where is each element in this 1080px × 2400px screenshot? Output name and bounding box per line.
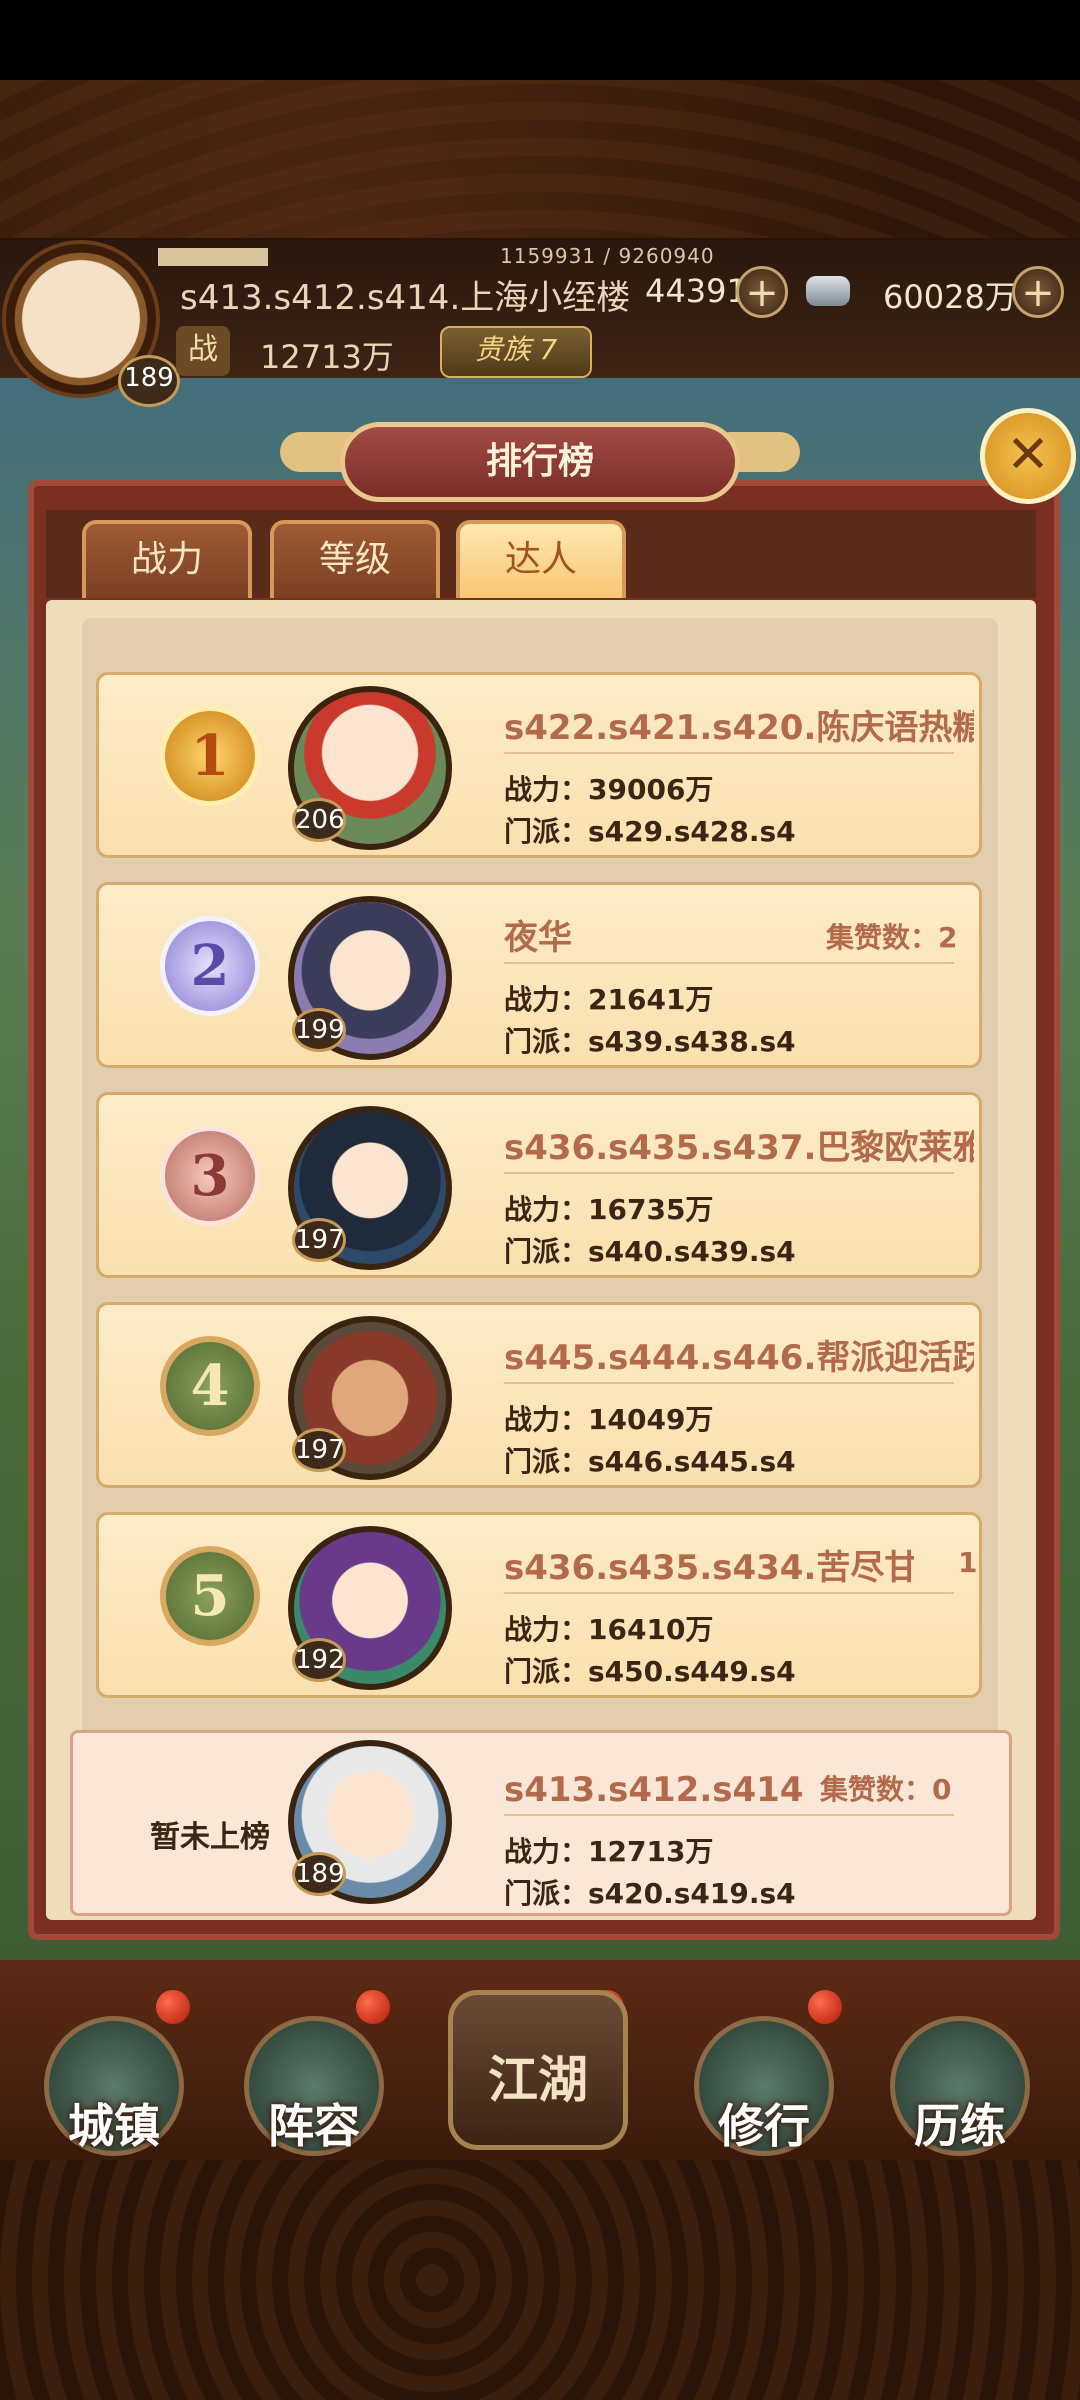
row-divider [504,962,954,964]
rank-2-medal-icon: 2 [146,910,274,1030]
not-ranked-label: 暂未上榜 [150,1820,270,1855]
row-sect: 门派：s440.s439.s4 [504,1235,796,1268]
row-likes: 1 [958,1546,978,1579]
row-power: 战力：39006万 [504,773,714,806]
power-icon: 战 [176,326,230,376]
player-level: 206 [292,798,346,842]
row-power: 战力：21641万 [504,983,714,1016]
player-level: 199 [292,1008,346,1052]
my-sect: 门派：s420.s419.s4 [504,1877,796,1910]
panel-title: 排行榜 [485,441,594,482]
row-power: 战力：16735万 [504,1193,714,1226]
row-sect: 门派：s446.s445.s4 [504,1445,796,1478]
player-level: 192 [292,1638,346,1682]
row-sect: 门派：s429.s428.s4 [504,815,796,848]
row-player-name: s445.s444.s446.帮派迎活跃号 [504,1338,974,1378]
player-level: 197 [292,1218,346,1262]
row-player-name: 夜华 [504,918,572,958]
player-power: 12713万 [260,338,394,376]
exp-text: 1159931 / 9260940 [500,244,715,268]
rank-4-medal-icon: 4 [146,1330,274,1450]
silver-amount: 60028万 [883,278,1017,316]
my-power: 战力：12713万 [504,1835,714,1868]
exp-bar [158,248,268,266]
rank-5-medal-icon: 5 [146,1540,274,1660]
row-divider [504,1814,954,1816]
add-silver-button[interactable]: + [1012,266,1064,318]
silver-ingot-icon [806,276,850,306]
row-sect: 门派：s450.s449.s4 [504,1655,796,1688]
row-divider [504,752,954,754]
player-name: s413.s412.s414.上海小绖楼 [180,278,631,318]
my-name: s413.s412.s414.上海小绖楼 [504,1770,804,1810]
notification-dot [156,1990,190,2024]
rank-3-medal-icon: 3 [146,1120,274,1240]
nav-lineup-label: 阵容 [268,2099,360,2153]
row-player-name: s436.s435.s437.巴黎欧莱雅 [504,1128,974,1168]
notification-dot [356,1990,390,2024]
bottom-pattern [0,2160,1080,2400]
player-level: 197 [292,1428,346,1472]
row-likes: 集赞数：2 [826,921,958,954]
row-player-name: s436.s435.s434.苦尽甘来 [504,1548,914,1588]
row-divider [504,1382,954,1384]
tab-expert[interactable]: 达人 [456,520,626,598]
row-divider [504,1172,954,1174]
player-level-badge: 189 [118,355,180,407]
row-power: 战力：16410万 [504,1613,714,1646]
tab-power[interactable]: 战力 [82,520,252,598]
row-sect: 门派：s439.s438.s4 [504,1025,796,1058]
tab-level[interactable]: 等级 [270,520,440,598]
row-power: 战力：14049万 [504,1403,714,1436]
row-divider [504,1592,954,1594]
status-bar-area [0,0,1080,80]
notification-dot [808,1990,842,2024]
nav-town-label: 城镇 [68,2099,160,2153]
nav-training-label: 历练 [914,2099,1006,2153]
close-icon[interactable]: ✕ [980,408,1076,504]
gold-amount: 44391 [645,272,747,310]
row-player-name: s422.s421.s420.陈庆语热糖 [504,708,974,748]
my-likes: 集赞数：0 [820,1773,952,1806]
rank-1-medal-icon: 1 [146,700,274,820]
nav-cultivate-label: 修行 [718,2099,810,2153]
nav-jianghu-label: 江湖 [488,2050,588,2109]
my-level: 189 [292,1852,346,1896]
noble-badge[interactable]: 贵族 7 [440,326,592,378]
add-gold-button[interactable]: + [736,266,788,318]
